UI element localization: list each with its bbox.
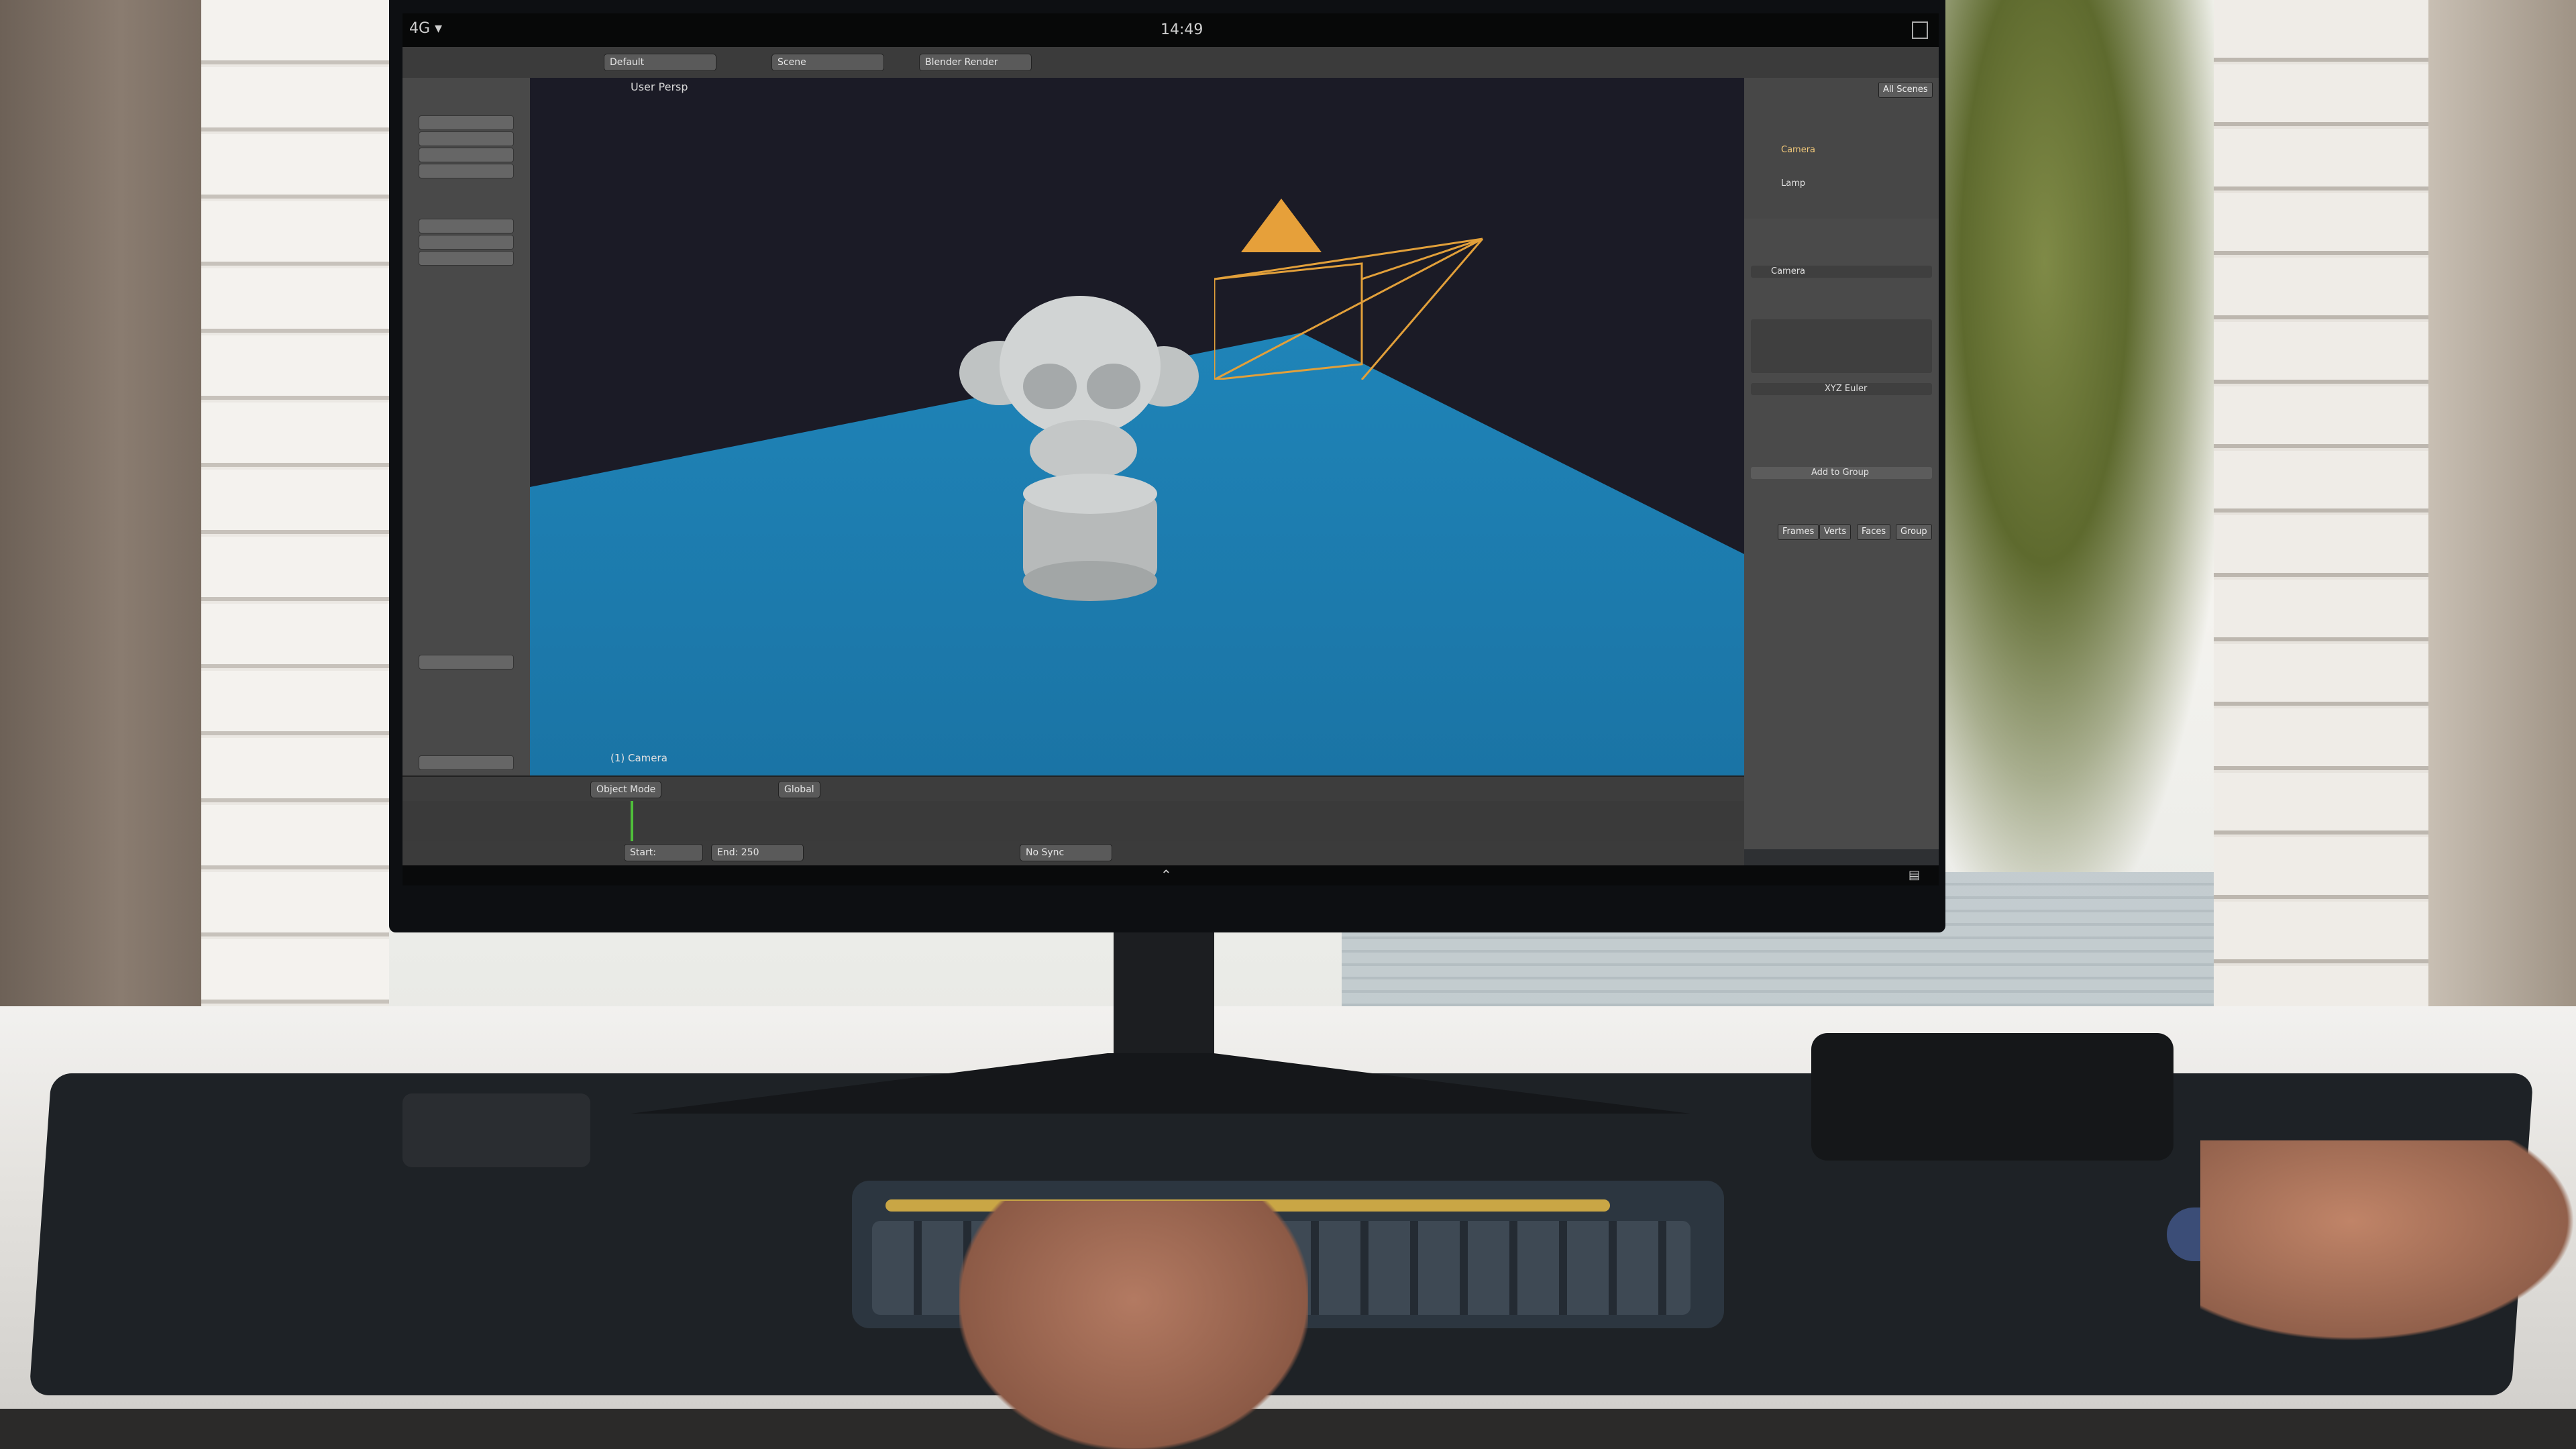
sync-selector[interactable]: No Sync <box>1020 844 1112 861</box>
camera-object[interactable] <box>1214 199 1489 380</box>
camera-frame <box>1214 262 1363 380</box>
properties-tabs: Frames Verts Faces Group <box>1778 524 1939 540</box>
viewport-label: User Persp <box>631 80 688 93</box>
viewport-header: Object Mode Global <box>402 775 1744 802</box>
left-hand <box>959 1201 1308 1449</box>
menu-icon[interactable] <box>1912 21 1928 39</box>
rotation-mode: XYZ Euler <box>1825 384 1868 394</box>
camera-up-triangle <box>1241 199 1322 252</box>
status-time: 14:49 <box>1161 21 1203 38</box>
tab-verts[interactable]: Verts <box>1819 524 1851 540</box>
tool-button[interactable] <box>419 148 514 162</box>
tool-button[interactable] <box>419 115 514 130</box>
monitor-stand-neck <box>1114 926 1214 1060</box>
grid-icon[interactable]: ▤ <box>1909 868 1920 882</box>
android-status-bar: 4G ▾ 14:49 <box>402 13 1939 47</box>
tool-button[interactable] <box>419 131 514 146</box>
tree-foliage <box>1932 0 2214 872</box>
outliner-item[interactable]: Camera <box>1781 145 1815 155</box>
phone <box>1811 1033 2174 1161</box>
blender-info-header: Default Scene Blender Render <box>402 47 1939 79</box>
wall-right <box>2428 0 2576 1046</box>
cylinder-top <box>1023 474 1157 514</box>
3d-viewport[interactable]: User Persp (1) Camera <box>530 78 1744 775</box>
object-label: (1) Camera <box>610 752 667 764</box>
transform-fields[interactable] <box>1751 319 1932 373</box>
end-frame-field[interactable]: End: 250 <box>711 844 804 861</box>
end-value: 250 <box>741 847 759 858</box>
timeline[interactable] <box>402 801 1744 841</box>
right-hand <box>2200 1140 2576 1342</box>
cylinder-bottom <box>1023 561 1157 601</box>
tab-group[interactable]: Group <box>1896 524 1932 540</box>
blinds-right <box>2214 0 2428 1033</box>
mode-selector[interactable]: Object Mode <box>590 781 662 798</box>
tool-button[interactable] <box>419 164 514 178</box>
monkey-eye-left <box>1023 364 1077 409</box>
render-engine-selector[interactable]: Blender Render <box>919 54 1032 71</box>
tool-shelf <box>402 78 531 775</box>
timeline-cursor[interactable] <box>631 801 633 841</box>
tab-frames[interactable]: Frames <box>1778 524 1819 540</box>
outliner-tab[interactable]: All Scenes <box>1878 82 1933 98</box>
layout-selector[interactable]: Default <box>604 54 716 71</box>
tool-field[interactable] <box>419 655 514 669</box>
scene-selector[interactable]: Scene <box>771 54 884 71</box>
timeline-header: Start: End: 250 No Sync <box>402 841 1744 865</box>
tab-faces[interactable]: Faces <box>1857 524 1891 540</box>
monitor-screen: 4G ▾ 14:49 Default Scene Blender Render … <box>402 13 1939 885</box>
properties-editor: Camera XYZ Euler Add to Group Frames Ver… <box>1744 219 1939 849</box>
tool-button[interactable] <box>419 235 514 250</box>
wall-left <box>0 0 201 1046</box>
start-label: Start: <box>630 847 656 858</box>
tool-button[interactable] <box>419 219 514 233</box>
nav-up-icon[interactable]: ⌃ <box>1161 867 1172 883</box>
outliner-item[interactable]: Lamp <box>1781 178 1805 189</box>
blinds-left <box>201 0 389 1020</box>
monkey-mesh[interactable] <box>959 292 1201 601</box>
outliner: All Scenes Camera Lamp <box>1744 78 1939 220</box>
monkey-muzzle <box>1030 420 1137 480</box>
end-label: End: <box>717 847 739 858</box>
start-frame-field[interactable]: Start: <box>624 844 703 861</box>
object-name: Camera <box>1771 266 1806 276</box>
orientation-field[interactable] <box>419 755 514 770</box>
monkey-eye-right <box>1087 364 1140 409</box>
rotation-mode-select[interactable]: XYZ Euler <box>1751 383 1932 395</box>
monkey-head <box>1000 296 1161 437</box>
object-name-field[interactable]: Camera <box>1751 266 1932 278</box>
android-nav-bar: ⌃ ▤ <box>402 865 1939 885</box>
add-to-group-label: Add to Group <box>1811 468 1870 478</box>
signal-icon: 4G ▾ <box>409 20 443 37</box>
add-to-group-button[interactable]: Add to Group <box>1751 467 1932 479</box>
tool-button[interactable] <box>419 251 514 266</box>
orientation-selector[interactable]: Global <box>778 781 820 798</box>
signal-label: 4G <box>409 20 431 37</box>
usb-hub <box>402 1093 590 1167</box>
